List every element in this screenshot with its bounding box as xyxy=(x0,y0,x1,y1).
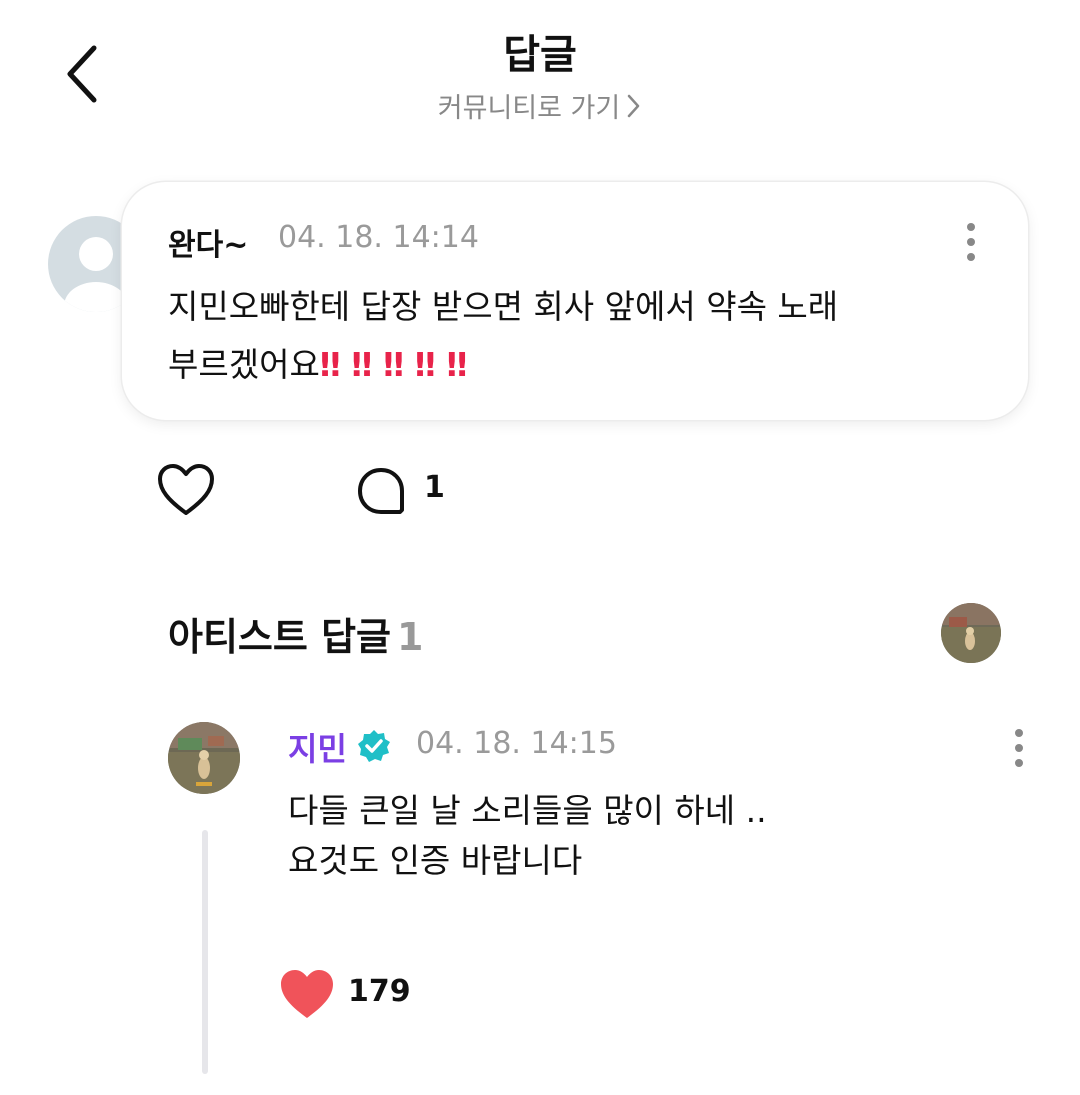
artist-name[interactable]: 지민 xyxy=(288,724,347,770)
comment-author[interactable]: 완다~ xyxy=(168,220,248,264)
comment-timestamp: 04. 18. 14:14 xyxy=(278,220,479,255)
artist-reply-like-count: 179 xyxy=(348,974,411,1009)
exclamation-emoji: ‼ xyxy=(383,345,404,384)
artist-avatar-small[interactable] xyxy=(941,603,1001,663)
artist-replies-title: 아티스트 답글 1 xyxy=(168,606,423,661)
reply-count: 1 xyxy=(424,470,445,505)
artist-reply-line2: 요것도 인증 바랍니다 xyxy=(288,841,583,880)
exclamation-emoji: ‼ xyxy=(351,345,373,384)
page-title: 답글 xyxy=(503,32,577,78)
artist-replies-count: 1 xyxy=(397,615,424,659)
heart-outline-icon xyxy=(158,464,214,515)
heart-filled-icon xyxy=(281,970,333,1018)
more-vertical-icon xyxy=(1015,729,1023,767)
exclamation-emoji: ‼ xyxy=(446,345,468,384)
artist-reply-more-button[interactable] xyxy=(1002,726,1036,770)
thread-line xyxy=(202,830,208,1074)
artist-reply-timestamp: 04. 18. 14:15 xyxy=(416,726,617,761)
artist-photo-icon xyxy=(168,722,240,794)
comment-more-button[interactable] xyxy=(954,220,988,264)
more-vertical-icon xyxy=(967,223,975,261)
comment-bubble-icon xyxy=(358,468,404,514)
artist-reply-like-button[interactable] xyxy=(278,966,336,1022)
verified-badge-icon xyxy=(356,728,392,764)
comment-text-line2-words: 부르겠어요 xyxy=(168,345,320,384)
artist-photo-icon xyxy=(941,603,1001,663)
community-link[interactable]: 커뮤니티로 가기 xyxy=(0,86,1080,126)
artist-reply-line1: 다들 큰일 날 소리들을 많이 하네 .. xyxy=(288,791,767,830)
community-link-label: 커뮤니티로 가기 xyxy=(437,93,621,124)
exclamation-emoji: ‼ xyxy=(319,345,341,384)
exclamation-emoji: ‼ xyxy=(414,345,436,384)
chevron-right-icon xyxy=(626,93,642,126)
like-button[interactable] xyxy=(156,462,216,518)
artist-avatar[interactable] xyxy=(168,722,240,794)
artist-reply-text: 다들 큰일 날 소리들을 많이 하네 .. 요것도 인증 바랍니다 xyxy=(288,786,988,886)
reply-button[interactable] xyxy=(354,464,408,518)
artist-replies-label: 아티스트 답글 xyxy=(168,615,391,659)
comment-text-line1: 지민오빠한테 답장 받으면 회사 앞에서 약속 노래 xyxy=(168,287,839,326)
comment-text: 지민오빠한테 답장 받으면 회사 앞에서 약속 노래 부르겠어요‼ ‼ ‼ ‼ ‼ xyxy=(168,278,968,394)
comment-text-line2: 부르겠어요‼ ‼ ‼ ‼ ‼ xyxy=(168,336,968,394)
